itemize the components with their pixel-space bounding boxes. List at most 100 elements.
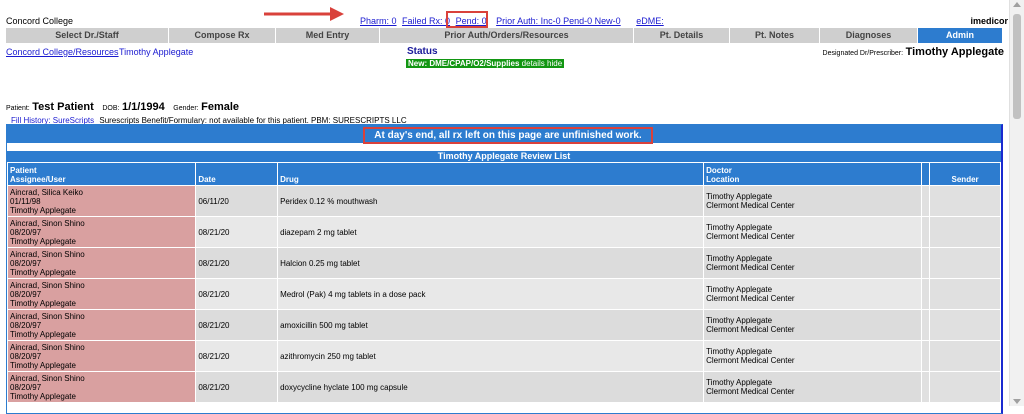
- prior-auth-link[interactable]: Prior Auth: Inc-0 Pend-0 New-0: [496, 16, 621, 26]
- date-cell: 08/21/20: [195, 247, 279, 279]
- failed-rx-link[interactable]: Failed Rx: 0: [402, 16, 450, 26]
- drug-cell[interactable]: diazepam 2 mg tablet: [277, 216, 705, 248]
- tab-pt-details[interactable]: Pt. Details: [634, 28, 730, 43]
- patient-cell[interactable]: Aincrad, Sinon Shino 08/20/97 Timothy Appl…: [7, 216, 197, 248]
- patient-cell[interactable]: Aincrad, Sinon Shino 08/20/97 Timothy Appl…: [7, 371, 197, 403]
- date-cell: 08/21/20: [195, 340, 279, 372]
- drug-cell[interactable]: Halcion 0.25 mg tablet: [277, 247, 705, 279]
- spacer-cell: [921, 216, 931, 248]
- col-date: Date: [195, 162, 279, 186]
- tab-prior-auth[interactable]: Prior Auth/Orders/Resources: [380, 28, 634, 43]
- patient-cell[interactable]: Aincrad, Sinon Shino 08/20/97 Timothy Appl…: [7, 340, 197, 372]
- col-patient: Patient Assignee/User: [7, 162, 197, 186]
- table-row[interactable]: Aincrad, Silica Keiko 01/11/98 Timothy App…: [7, 185, 1001, 217]
- brand-name: Concord College: [6, 16, 74, 26]
- row-assignee: Timothy Applegate: [10, 267, 76, 277]
- dob-label: DOB:: [102, 105, 120, 112]
- row-assignee: Timothy Applegate: [10, 329, 76, 339]
- patient-label: Patient:: [6, 105, 30, 112]
- org-resources-link[interactable]: Concord College/Resources: [6, 47, 119, 57]
- spacer-cell: [921, 278, 931, 310]
- review-table: Patient Assignee/User Date Drug Doctor Loc…: [7, 162, 1001, 403]
- table-row[interactable]: Aincrad, Sinon Shino 08/20/97 Timothy Appl…: [7, 278, 1001, 310]
- tab-med-entry[interactable]: Med Entry: [276, 28, 380, 43]
- sender-cell: [929, 247, 1001, 279]
- drug-cell[interactable]: amoxicillin 500 mg tablet: [277, 309, 705, 341]
- table-row[interactable]: Aincrad, Sinon Shino 08/20/97 Timothy Appl…: [7, 340, 1001, 372]
- designated-label: Designated Dr/Prescriber:: [822, 50, 904, 57]
- spacer-cell: [921, 185, 931, 217]
- doctor-cell: Timothy Applegate Clermont Medical Center: [703, 278, 923, 310]
- top-status-links: Pharm: 0 Failed Rx: 0 Pend: 0 Prior Auth…: [360, 16, 667, 26]
- scroll-up-icon[interactable]: [1013, 2, 1021, 7]
- doctor-cell: Timothy Applegate Clermont Medical Center: [703, 371, 923, 403]
- tab-pt-notes[interactable]: Pt. Notes: [730, 28, 820, 43]
- drug-cell[interactable]: Peridex 0.12 % mouthwash: [277, 185, 705, 217]
- row-patient-dob: 08/20/97: [10, 351, 42, 361]
- unfinished-work-warning: At day's end, all rx left on this page a…: [363, 127, 653, 144]
- drug-cell[interactable]: doxycycline hyclate 100 mg capsule: [277, 371, 705, 403]
- gender-label: Gender:: [173, 105, 199, 112]
- pharm-link[interactable]: Pharm: 0: [360, 16, 397, 26]
- patient-cell[interactable]: Aincrad, Silica Keiko 01/11/98 Timothy App…: [7, 185, 197, 217]
- row-doctor: Timothy Applegate: [706, 285, 773, 294]
- row-doctor: Timothy Applegate: [706, 254, 773, 263]
- review-list-title: Timothy Applegate Review List: [7, 151, 1001, 162]
- doctor-cell: Timothy Applegate Clermont Medical Center: [703, 247, 923, 279]
- drug-cell[interactable]: azithromycin 250 mg tablet: [277, 340, 705, 372]
- tab-diagnoses[interactable]: Diagnoses: [820, 28, 918, 43]
- doctor-cell: Timothy Applegate Clermont Medical Center: [703, 340, 923, 372]
- row-doctor: Timothy Applegate: [706, 316, 773, 325]
- table-row[interactable]: Aincrad, Sinon Shino 08/20/97 Timothy Appl…: [7, 216, 1001, 248]
- patient-cell[interactable]: Aincrad, Sinon Shino 08/20/97 Timothy Appl…: [7, 309, 197, 341]
- tab-compose-rx[interactable]: Compose Rx: [169, 28, 276, 43]
- row-location: Clermont Medical Center: [706, 356, 795, 365]
- row-patient-name: Aincrad, Sinon Shino: [10, 249, 85, 259]
- main-tabs: Select Dr./Staff Compose Rx Med Entry Pr…: [6, 28, 1003, 43]
- patient-cell[interactable]: Aincrad, Sinon Shino 08/20/97 Timothy Appl…: [7, 247, 197, 279]
- sender-cell: [929, 216, 1001, 248]
- pend-highlight-box: [446, 11, 488, 28]
- date-cell: 08/21/20: [195, 371, 279, 403]
- row-location: Clermont Medical Center: [706, 294, 795, 303]
- tab-admin[interactable]: Admin: [918, 28, 1003, 43]
- patient-info: Patient: Test Patient DOB: 1/1/1994 Gend…: [6, 101, 245, 113]
- scroll-down-icon[interactable]: [1013, 399, 1021, 404]
- row-location: Clermont Medical Center: [706, 232, 795, 241]
- row-patient-dob: 08/20/97: [10, 227, 42, 237]
- hide-link[interactable]: hide: [547, 59, 562, 68]
- date-cell: 08/21/20: [195, 278, 279, 310]
- red-arrow-icon: [264, 7, 344, 21]
- new-dme-status-bar: New: DME/CPAP/O2/Supplies details hide: [406, 59, 565, 68]
- row-patient-name: Aincrad, Sinon Shino: [10, 342, 85, 352]
- drug-cell[interactable]: Medrol (Pak) 4 mg tablets in a dose pack: [277, 278, 705, 310]
- row-patient-dob: 08/20/97: [10, 382, 42, 392]
- edme-link[interactable]: eDME:: [636, 16, 664, 26]
- table-row[interactable]: Aincrad, Sinon Shino 08/20/97 Timothy Appl…: [7, 309, 1001, 341]
- table-row[interactable]: Aincrad, Sinon Shino 08/20/97 Timothy Appl…: [7, 371, 1001, 403]
- sender-cell: [929, 185, 1001, 217]
- row-patient-name: Aincrad, Sinon Shino: [10, 311, 85, 321]
- row-location: Clermont Medical Center: [706, 325, 795, 334]
- row-patient-name: Aincrad, Sinon Shino: [10, 280, 85, 290]
- details-link[interactable]: details: [522, 59, 545, 68]
- row-location: Clermont Medical Center: [706, 201, 795, 210]
- vertical-scrollbar[interactable]: [1009, 0, 1024, 406]
- row-patient-name: Aincrad, Silica Keiko: [10, 187, 83, 197]
- doctor-cell: Timothy Applegate Clermont Medical Center: [703, 216, 923, 248]
- patient-cell[interactable]: Aincrad, Sinon Shino 08/20/97 Timothy Appl…: [7, 278, 197, 310]
- table-row[interactable]: Aincrad, Sinon Shino 08/20/97 Timothy Appl…: [7, 247, 1001, 279]
- row-doctor: Timothy Applegate: [706, 223, 773, 232]
- row-doctor: Timothy Applegate: [706, 378, 773, 387]
- new-dme-label: New: DME/CPAP/O2/Supplies: [408, 59, 520, 68]
- doctor-link[interactable]: Timothy Applegate: [119, 47, 193, 57]
- status-title: Status: [407, 46, 438, 57]
- row-doctor: Timothy Applegate: [706, 347, 773, 356]
- row-patient-dob: 08/20/97: [10, 258, 42, 268]
- row-assignee: Timothy Applegate: [10, 360, 76, 370]
- row-assignee: Timothy Applegate: [10, 205, 76, 215]
- scrollbar-thumb[interactable]: [1013, 14, 1021, 119]
- tab-select-dr-staff[interactable]: Select Dr./Staff: [6, 28, 169, 43]
- col-spacer: [921, 162, 931, 186]
- spacer-cell: [921, 247, 931, 279]
